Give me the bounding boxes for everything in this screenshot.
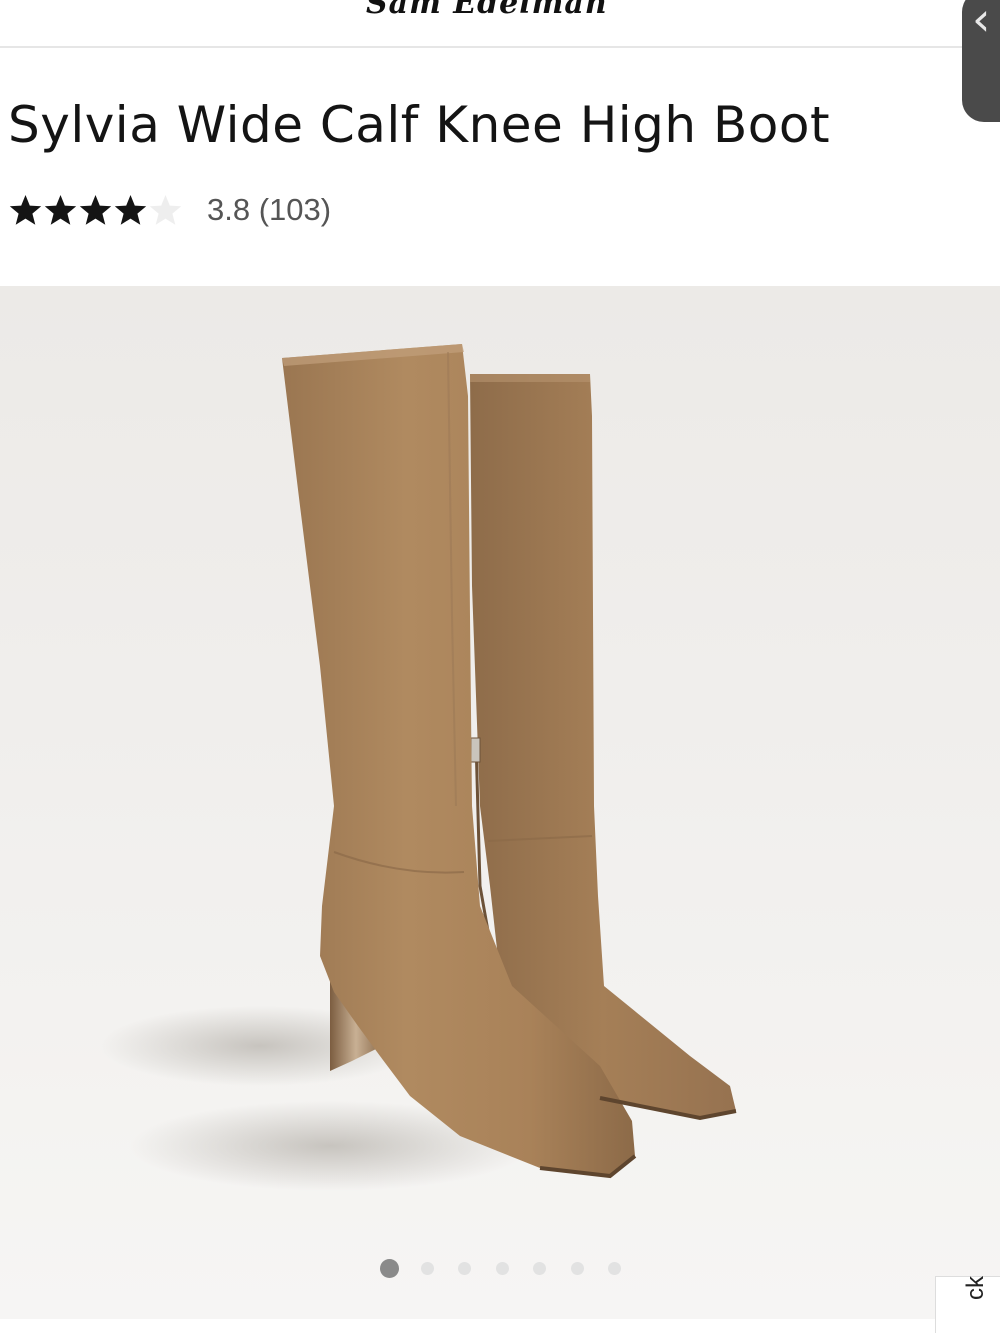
product-page: Sam Edelman ‹ Sylvia Wide Calf Knee High… [0, 0, 1000, 1333]
star-filled-icon [44, 194, 77, 225]
chevron-left-icon[interactable]: ‹ [972, 0, 990, 42]
product-image[interactable] [0, 286, 1000, 1319]
product-title: Sylvia Wide Calf Knee High Boot [8, 96, 831, 154]
feedback-tab-label[interactable]: ck [962, 1276, 990, 1300]
gallery-pagination [0, 1259, 1000, 1281]
site-header: Sam Edelman [0, 0, 1000, 48]
brand-logo[interactable]: Sam Edelman [366, 0, 608, 21]
product-rating[interactable]: 3.8 (103) [8, 190, 331, 230]
gallery-dot[interactable] [458, 1262, 471, 1275]
gallery-dot[interactable] [608, 1262, 621, 1275]
gallery-dot[interactable] [533, 1262, 546, 1275]
gallery-dot[interactable] [495, 1262, 509, 1275]
star-filled-icon [114, 194, 147, 225]
boots-illustration [100, 344, 737, 1191]
rating-summary[interactable]: 3.8 (103) [207, 192, 331, 228]
gallery-dot[interactable] [570, 1262, 584, 1275]
star-filled-icon [9, 194, 42, 225]
gallery-dot[interactable] [420, 1262, 434, 1275]
gallery-dot[interactable] [380, 1259, 399, 1278]
star-filled-icon [79, 194, 112, 225]
star-empty-icon [149, 194, 182, 225]
rating-stars [8, 193, 183, 228]
